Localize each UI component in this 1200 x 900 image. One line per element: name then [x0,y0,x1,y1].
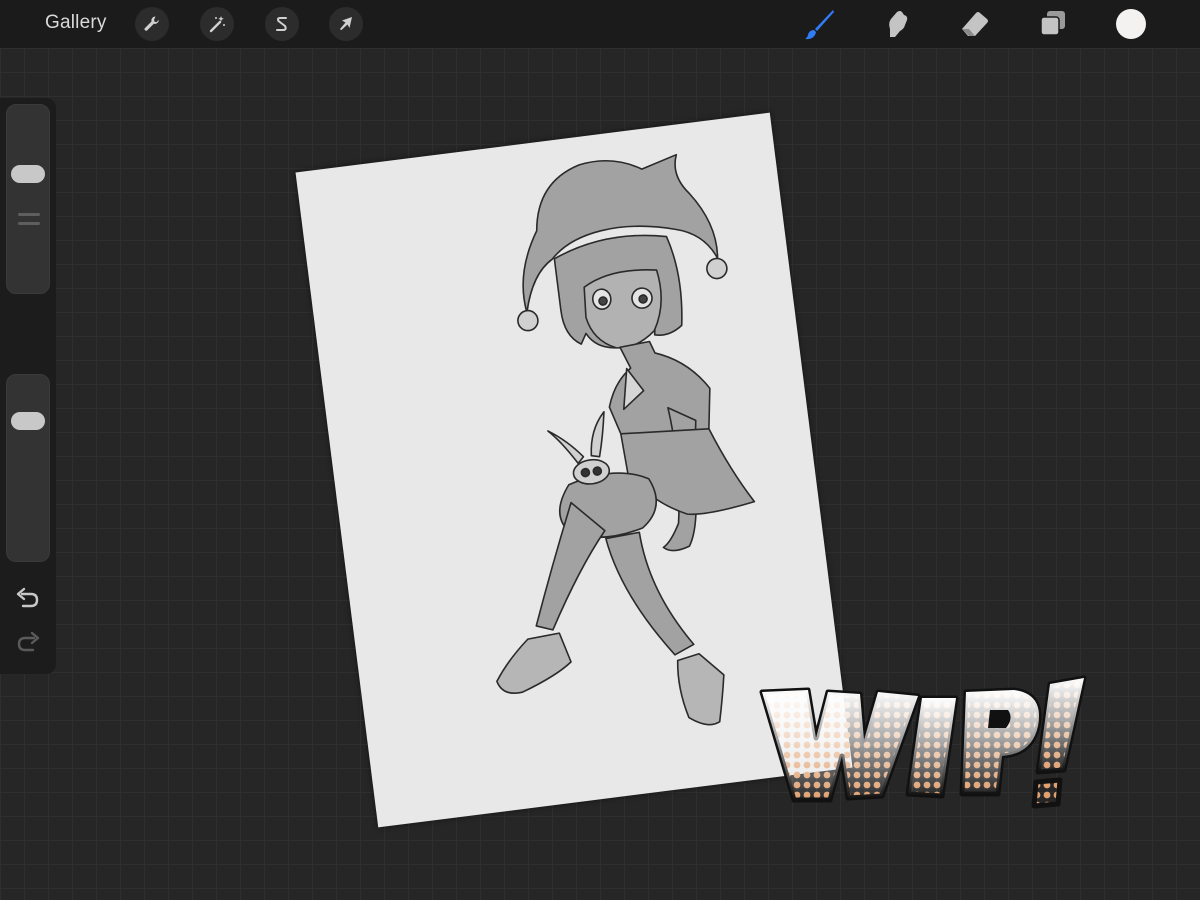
smudge-icon [889,11,908,37]
wip-sticker [759,675,1087,809]
brush-tool[interactable] [802,6,838,42]
magic-wand-icon [209,16,225,33]
slider-grip-lines [18,213,40,231]
smudge-tool[interactable] [880,6,916,42]
brush-size-handle[interactable] [11,165,45,183]
actions-button[interactable] [135,7,169,41]
procreate-workspace: Gallery [0,0,1200,900]
layers-button[interactable] [1035,6,1071,42]
selection-button[interactable] [265,7,299,41]
opacity-handle[interactable] [11,412,45,430]
redo-icon[interactable] [14,630,42,656]
layers-icon [1040,11,1065,36]
opacity-slider[interactable] [6,374,50,562]
left-sidebar [0,98,56,674]
transform-arrow-icon [340,17,352,31]
eraser-tool[interactable] [957,6,993,42]
gallery-button[interactable]: Gallery [45,12,107,34]
undo-icon[interactable] [14,586,42,612]
selection-s-icon [276,17,287,31]
eraser-icon [962,12,988,36]
adjustments-button[interactable] [200,7,234,41]
wrench-icon [144,16,159,31]
brush-size-slider[interactable] [6,104,50,294]
top-toolbar: Gallery [0,0,1200,48]
color-picker-button[interactable] [1116,9,1146,39]
brush-icon [805,10,834,40]
transform-button[interactable] [329,7,363,41]
